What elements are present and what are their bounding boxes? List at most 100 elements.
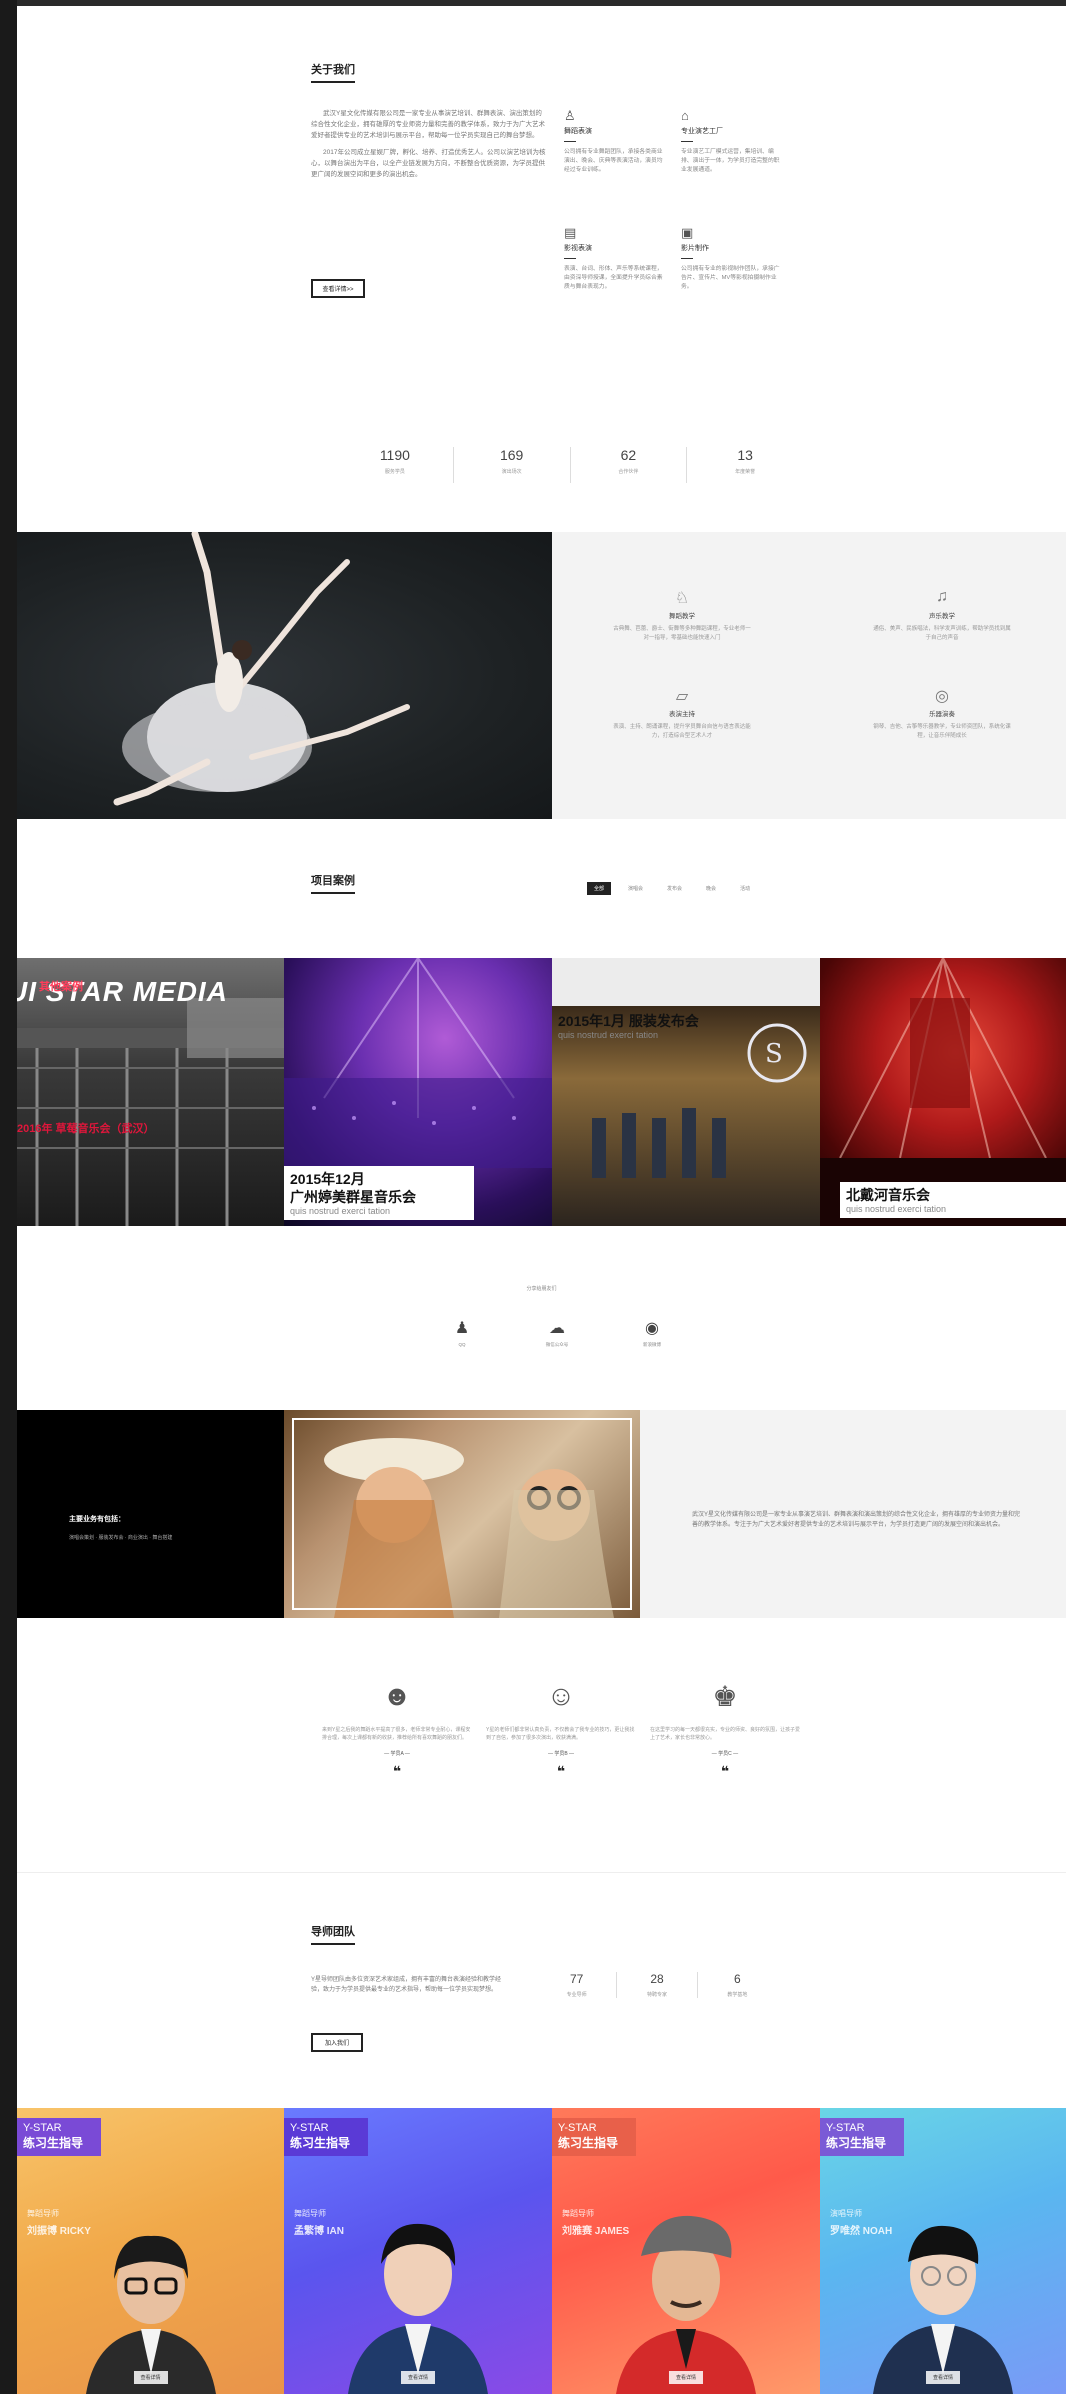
share-label-weibo: 新浪微博 <box>643 1342 661 1347</box>
tab-gala[interactable]: 晚会 <box>699 882 723 895</box>
share-label-qq: QQ <box>458 1342 466 1347</box>
business-description-panel: 武汉Y星文化传媒有限公司是一家专业从事演艺培训、群舞表演和演出策划的综合性文化企… <box>640 1410 1066 1618</box>
poster-tag-brand: Y-STAR <box>290 2122 329 2134</box>
stat-label: 合作伙伴 <box>618 469 639 475</box>
team-stat-label: 教学基地 <box>727 1992 748 1998</box>
poster-detail-button[interactable]: 查看详情 <box>925 2371 961 2384</box>
case-card[interactable]: UI STAR MEDIA 其他案例 2016年 草莓音乐会（武汉） <box>17 958 284 1226</box>
projects-title: 项目案例 <box>311 872 355 894</box>
case-card[interactable]: S 2015年1月 服装发布会 quis nostrud exerci tati… <box>552 958 820 1226</box>
user-group-icon: ♚ <box>712 1681 738 1712</box>
service-dance: ♘ 舞蹈教学 古典舞、芭蕾、爵士、街舞等多种舞蹈课程，专业老师一对一指导，零基础… <box>612 588 752 643</box>
music-stand-icon: ♙ <box>564 108 576 123</box>
mentor-role: 舞蹈导师 <box>27 2209 59 2218</box>
feature-film-acting: ▤ 影视表演 表演、台词、形体、声乐等系统课程，由资深导师授课，全面提升学员综合… <box>564 225 668 292</box>
team-stat: 6 教学基地 <box>698 1972 777 1998</box>
service-instrument: ◎ 乐器演奏 钢琴、吉他、古筝等乐器教学，专业师资团队，系统化课程，让音乐伴随成… <box>872 686 1012 741</box>
poster-detail-button[interactable]: 查看详情 <box>400 2371 436 2384</box>
poster-detail-button[interactable]: 查看详情 <box>668 2371 704 2384</box>
qq-icon: ♟ <box>454 1320 470 1337</box>
case-caption: 北戴河音乐会 quis nostrud exerci tation <box>840 1182 1066 1218</box>
service-title: 表演主持 <box>669 711 695 718</box>
piano-icon: ◎ <box>935 688 949 705</box>
tab-concert[interactable]: 演唱会 <box>621 882 650 895</box>
team-stats: 77 专业导师 28 特聘专家 6 教学基地 <box>537 1972 777 1998</box>
service-vocal: ♫ 声乐教学 通俗、美声、民族唱法，科学发声训练，帮助学员找到属于自己的声音 <box>872 588 1012 643</box>
stat-value: 62 <box>620 447 637 463</box>
feature-title: 影片制作 <box>681 245 709 252</box>
stat-value: 13 <box>737 447 753 463</box>
about-more-button[interactable]: 查看详情>> <box>311 279 365 298</box>
stat-label: 服务学员 <box>384 469 405 475</box>
share-weibo[interactable]: ◉ 新浪微博 <box>627 1318 677 1348</box>
project-tabs: 全部 演唱会 发布会 晚会 活动 <box>587 882 757 895</box>
about-paragraph: 武汉Y星文化传媒有限公司是一家专业从事演艺培训、群舞表演、演出策划的综合性文化企… <box>311 110 545 139</box>
weibo-icon: ◉ <box>645 1320 659 1337</box>
mentor-poster[interactable]: Y-STAR 练习生指导 舞蹈导师 刘雅赛 JAMES 查看详情 <box>552 2108 820 2394</box>
stat-label: 演出场次 <box>501 469 522 475</box>
stat-value: 169 <box>499 447 524 463</box>
team-stat-label: 专业导师 <box>566 1992 587 1998</box>
case-title: 2015年12月 <box>290 1171 365 1187</box>
mentor-poster[interactable]: Y-STAR 练习生指导 舞蹈导师 孟繁博 IAN 查看详情 <box>284 2108 552 2394</box>
case-card[interactable]: 2015年12月 广州婷美群星音乐会 quis nostrud exerci t… <box>284 958 552 1226</box>
photo-frame <box>292 1418 632 1610</box>
testimonial-name: — 学员B — <box>547 1751 575 1757</box>
testimonial-name: — 学员A — <box>384 1751 410 1757</box>
case-caption: 2015年12月 广州婷美群星音乐会 quis nostrud exerci t… <box>284 1166 474 1220</box>
case-title: 2015年1月 服装发布会 <box>558 1013 699 1029</box>
services-panel: ♘ 舞蹈教学 古典舞、芭蕾、爵士、街舞等多种舞蹈课程，专业老师一对一指导，零基础… <box>552 532 1066 819</box>
stat-item: 169 演出场次 <box>454 447 571 483</box>
service-desc: 古典舞、芭蕾、爵士、街舞等多种舞蹈课程，专业老师一对一指导，零基础也能快速入门 <box>613 626 751 641</box>
bearded-man-icon: ☻ <box>382 1680 412 1711</box>
feature-line <box>681 141 693 142</box>
poster-tag: Y-STAR 练习生指导 <box>552 2118 636 2156</box>
service-desc: 通俗、美声、民族唱法，科学发声训练，帮助学员找到属于自己的声音 <box>873 626 1011 641</box>
team-stat: 77 专业导师 <box>537 1972 618 1998</box>
mentor-portrait <box>348 2223 488 2394</box>
fashion-photo <box>284 1410 640 1618</box>
poster-tag: Y-STAR 练习生指导 <box>820 2118 904 2156</box>
feature-desc: 公司拥有专业舞蹈团队，承接各类商业演出、晚会、庆典等表演活动，演员均经过专业训练… <box>564 149 663 173</box>
about-paragraph: 2017年公司成立星娱厂牌，孵化、培养、打造优秀艺人。公司以演艺培训为核心，以舞… <box>311 149 546 178</box>
feature-film-production: ▣ 影片制作 公司拥有专业的影视制作团队，承接广告片、宣传片、MV等影视拍摄制作… <box>681 225 785 292</box>
poster-detail-button[interactable]: 查看详情 <box>133 2371 168 2384</box>
poster-tag-brand: Y-STAR <box>23 2122 62 2134</box>
case-title-line2: 广州婷美群星音乐会 <box>290 1189 416 1205</box>
share-wechat[interactable]: ☁ 微信公众号 <box>532 1318 582 1348</box>
testimonial-text: 在这里学习的每一天都很充实，专业的师资、良好的氛围，让孩子爱上了艺术，家长也非常… <box>650 1727 801 1741</box>
feature-desc: 专业演艺工厂模式运营，集培训、编排、演出于一体，为学员打造完整的职业发展通道。 <box>681 149 780 173</box>
feature-line <box>564 141 576 142</box>
case-subtitle: quis nostrud exerci tation <box>846 1204 947 1214</box>
wechat-icon: ☁ <box>549 1320 565 1337</box>
business-heading: 主要业务有包括： <box>69 1516 125 1523</box>
about-text: 武汉Y星文化传媒有限公司是一家专业从事演艺培训、群舞表演、演出策划的综合性文化企… <box>311 108 547 186</box>
testimonial-name: — 学员C — <box>711 1751 739 1757</box>
stats-row: 1190 服务学员 169 演出场次 62 合作伙伴 13 年度荣誉 <box>337 447 803 483</box>
feature-line <box>681 258 693 259</box>
poster-tag-brand: Y-STAR <box>826 2122 865 2134</box>
poster-tag: Y-STAR 练习生指导 <box>17 2118 101 2156</box>
case-subtitle: quis nostrud exerci tation <box>290 1206 391 1216</box>
service-title: 乐器演奏 <box>929 711 955 718</box>
tab-event[interactable]: 活动 <box>733 882 757 895</box>
poster-tag: Y-STAR 练习生指导 <box>284 2118 368 2156</box>
testimonial-card: ♚ 在这里学习的每一天都很充实，专业的师资、良好的氛围，让孩子爱上了艺术，家长也… <box>650 1680 800 1780</box>
stat-item: 62 合作伙伴 <box>571 447 688 483</box>
feature-desc: 公司拥有专业的影视制作团队，承接广告片、宣传片、MV等影视拍摄制作业务。 <box>681 266 780 290</box>
tab-launch[interactable]: 发布会 <box>660 882 689 895</box>
stat-value: 1190 <box>379 447 410 463</box>
poster-tag-title: 练习生指导 <box>290 2136 351 2150</box>
about-title: 关于我们 <box>311 61 355 83</box>
join-us-button[interactable]: 加入我们 <box>311 2033 363 2052</box>
case-card[interactable]: 北戴河音乐会 quis nostrud exerci tation <box>820 958 1066 1226</box>
mentor-poster[interactable]: Y-STAR 练习生指导 演唱导师 罗唯然 NOAH 查看详情 <box>820 2108 1066 2394</box>
mentor-poster[interactable]: Y-STAR 练习生指导 舞蹈导师 刘振博 RICKY 查看详情 <box>17 2108 284 2394</box>
tab-all[interactable]: 全部 <box>587 882 612 895</box>
case-title: 北戴河音乐会 <box>846 1187 930 1203</box>
feature-title: 专业演艺工厂 <box>681 128 723 135</box>
testimonial-text: 来到Y星之后我的舞蹈水平提高了很多，老师非常专业耐心，课程安排合理，每次上课都有… <box>322 1727 471 1741</box>
mentor-portrait <box>873 2225 1013 2394</box>
dance-icon: ♘ <box>674 590 690 607</box>
share-qq[interactable]: ♟ QQ <box>437 1318 487 1348</box>
